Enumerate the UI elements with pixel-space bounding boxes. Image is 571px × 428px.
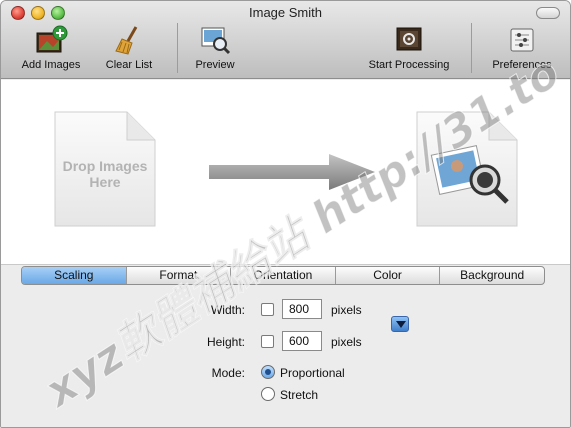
toolbar-separator <box>177 23 178 73</box>
preview-label: Preview <box>195 59 235 71</box>
width-unit: pixels <box>331 303 362 317</box>
proportional-radio[interactable] <box>261 365 275 379</box>
width-label: Width: <box>210 303 245 317</box>
main-panel: Drop Images Here Scaling Format Orientat… <box>1 80 570 427</box>
scaling-panel: Width: 800 pixels Height: 600 pixels Mod… <box>1 292 570 427</box>
tab-orientation[interactable]: Orientation <box>231 267 336 284</box>
settings-tabs: Scaling Format Orientation Color Backgro… <box>21 266 545 285</box>
dimension-presets-button[interactable] <box>391 316 409 332</box>
add-images-button[interactable]: Add Images <box>15 25 87 71</box>
preview-icon <box>198 25 232 55</box>
start-processing-icon <box>392 25 426 55</box>
width-checkbox[interactable] <box>261 303 274 316</box>
drop-area[interactable]: Drop Images Here <box>1 80 570 265</box>
mode-label: Mode: <box>211 366 245 380</box>
height-field[interactable]: 600 <box>282 331 322 351</box>
preferences-icon <box>505 25 539 55</box>
preview-button[interactable]: Preview <box>187 25 243 71</box>
toolbar-separator <box>471 23 472 73</box>
tab-format[interactable]: Format <box>127 267 232 284</box>
preferences-label: Preferences <box>492 59 552 71</box>
start-processing-button[interactable]: Start Processing <box>363 25 455 71</box>
preferences-button[interactable]: Preferences <box>485 25 559 71</box>
app-window: Image Smith Add Images Clear List Previe… <box>0 0 571 428</box>
width-field[interactable]: 800 <box>282 299 322 319</box>
broom-icon <box>112 25 146 55</box>
tab-color[interactable]: Color <box>336 267 441 284</box>
clear-list-label: Clear List <box>105 59 153 71</box>
clear-list-button[interactable]: Clear List <box>97 25 161 71</box>
tab-scaling[interactable]: Scaling <box>22 267 127 284</box>
add-images-label: Add Images <box>21 59 81 71</box>
toolbar-toggle-button[interactable] <box>536 7 560 19</box>
add-images-icon <box>34 25 68 55</box>
drop-images-document[interactable]: Drop Images Here <box>53 110 163 250</box>
chevron-down-icon <box>396 321 406 328</box>
proportional-label: Proportional <box>280 366 345 380</box>
height-unit: pixels <box>331 335 362 349</box>
stretch-radio[interactable] <box>261 387 275 401</box>
right-arrow-icon <box>209 154 375 190</box>
height-checkbox[interactable] <box>261 335 274 348</box>
height-label: Height: <box>206 335 245 349</box>
output-document <box>415 110 525 250</box>
tab-background[interactable]: Background <box>440 267 544 284</box>
stretch-label: Stretch <box>280 388 319 402</box>
window-title: Image Smith <box>249 5 322 20</box>
titlebar: Image Smith Add Images Clear List Previe… <box>1 1 570 79</box>
start-processing-label: Start Processing <box>368 59 450 71</box>
drop-images-label: Drop Images Here <box>62 158 148 190</box>
